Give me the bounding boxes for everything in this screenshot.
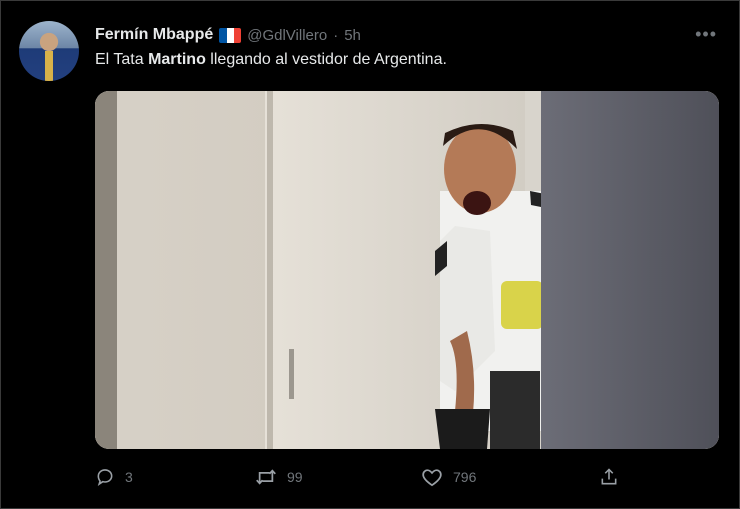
tweet-header: Fermín Mbappé @GdlVillero · 5h: [95, 23, 719, 47]
tweet-text-part: El Tata: [95, 51, 149, 68]
tweet-text-part: llegando al vestidor de Argentina.: [205, 51, 447, 68]
more-horizontal-icon[interactable]: •••: [695, 25, 717, 43]
author-name[interactable]: Fermín Mbappé: [95, 26, 213, 44]
reply-button[interactable]: 3: [95, 467, 133, 487]
tweet-card[interactable]: Fermín Mbappé @GdlVillero · 5h ••• El Ta…: [0, 0, 740, 509]
like-button[interactable]: 796: [421, 467, 476, 487]
retweet-icon: [256, 469, 276, 485]
tweet-timestamp[interactable]: 5h: [344, 27, 361, 44]
tweet-actions: 3 99 796: [95, 467, 625, 493]
share-icon: [601, 468, 617, 485]
like-count: 796: [453, 469, 477, 485]
reply-icon: [97, 469, 113, 486]
author-handle[interactable]: @GdlVillero: [247, 27, 327, 44]
share-button[interactable]: [599, 467, 619, 487]
reply-count: 3: [125, 469, 133, 485]
retweet-button[interactable]: 99: [255, 467, 303, 487]
avatar-detail: [45, 51, 53, 81]
tweet-text: El Tata Martino llegando al vestidor de …: [95, 51, 447, 69]
tweet-text-bold: Martino: [148, 51, 206, 68]
video-frame-image: [95, 91, 719, 449]
france-flag-icon: [219, 27, 242, 43]
author-avatar[interactable]: [19, 21, 79, 81]
tweet-media-video[interactable]: [95, 91, 719, 449]
heart-icon: [422, 469, 442, 487]
retweet-count: 99: [287, 469, 303, 485]
separator-dot: ·: [333, 26, 339, 44]
